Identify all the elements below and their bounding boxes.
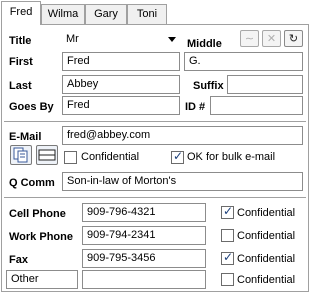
checkmark-icon: ✓ <box>173 149 184 163</box>
tab-wilma[interactable]: Wilma <box>41 4 85 24</box>
cell-confidential-label: Confidential <box>237 207 296 219</box>
bulk-email-label: OK for bulk e-mail <box>187 151 276 163</box>
last-name-field[interactable]: Abbey <box>62 75 180 94</box>
envelope-button[interactable] <box>36 145 58 165</box>
signature-button[interactable]: ∼ <box>240 30 259 47</box>
cell-phone-field[interactable]: 909-796-4321 <box>82 203 206 222</box>
tab-toni[interactable]: Toni <box>127 4 167 24</box>
work-confidential-checkbox[interactable] <box>221 229 234 242</box>
address-card-icon <box>13 147 28 163</box>
other-confidential-checkbox[interactable] <box>221 273 234 286</box>
email-label: E-Mail <box>9 131 42 143</box>
middle-name-field[interactable]: G. <box>184 52 303 71</box>
checkmark-icon: ✓ <box>223 250 234 264</box>
divider <box>4 121 306 122</box>
cell-confidential-checkbox[interactable]: ✓ <box>221 204 234 219</box>
erase-button[interactable]: ✕ <box>262 30 281 47</box>
bulk-email-checkbox[interactable]: ✓ <box>171 149 184 164</box>
tab-fred[interactable]: Fred <box>1 1 41 25</box>
last-label: Last <box>9 80 32 92</box>
email-confidential-checkbox[interactable] <box>64 151 77 164</box>
work-phone-field[interactable]: 909-794-2341 <box>82 226 206 245</box>
email-confidential-label: Confidential <box>81 151 140 163</box>
checkmark-icon: ✓ <box>223 204 234 218</box>
fax-field[interactable]: 909-795-3456 <box>82 249 206 268</box>
envelope-icon <box>38 149 56 161</box>
title-select[interactable]: Mr <box>62 31 180 50</box>
refresh-icon: ↻ <box>288 32 299 45</box>
title-select-value: Mr <box>66 33 79 45</box>
fax-label: Fax <box>9 254 28 266</box>
signature-icon: ∼ <box>244 32 255 45</box>
work-phone-label: Work Phone <box>9 231 73 243</box>
address-card-button[interactable] <box>10 145 32 165</box>
id-field[interactable] <box>210 96 303 115</box>
qcomm-label: Q Comm <box>9 177 55 189</box>
cell-phone-label: Cell Phone <box>9 208 66 220</box>
goes-by-label: Goes By <box>9 101 54 113</box>
fax-confidential-label: Confidential <box>237 253 296 265</box>
tab-gary[interactable]: Gary <box>85 4 127 24</box>
refresh-button[interactable]: ↻ <box>284 30 303 47</box>
divider <box>4 197 306 198</box>
first-name-field[interactable]: Fred <box>62 52 180 71</box>
suffix-label: Suffix <box>193 80 224 92</box>
qcomm-field[interactable]: Son-in-law of Morton's <box>62 172 303 191</box>
title-label: Title <box>9 35 32 47</box>
other-confidential-label: Confidential <box>237 274 296 286</box>
erase-icon: ✕ <box>266 32 277 45</box>
first-label: First <box>9 56 33 68</box>
fax-confidential-checkbox[interactable]: ✓ <box>221 250 234 265</box>
goes-by-field[interactable]: Fred <box>62 96 180 115</box>
other-phone-type-field[interactable]: Other <box>6 270 78 289</box>
chevron-down-icon <box>168 37 176 42</box>
email-field[interactable]: fred@abbey.com <box>62 126 303 145</box>
id-label: ID # <box>185 101 206 113</box>
work-confidential-label: Confidential <box>237 230 296 242</box>
other-phone-field[interactable] <box>82 270 206 289</box>
suffix-field[interactable] <box>227 75 303 94</box>
middle-label: Middle <box>187 38 222 50</box>
